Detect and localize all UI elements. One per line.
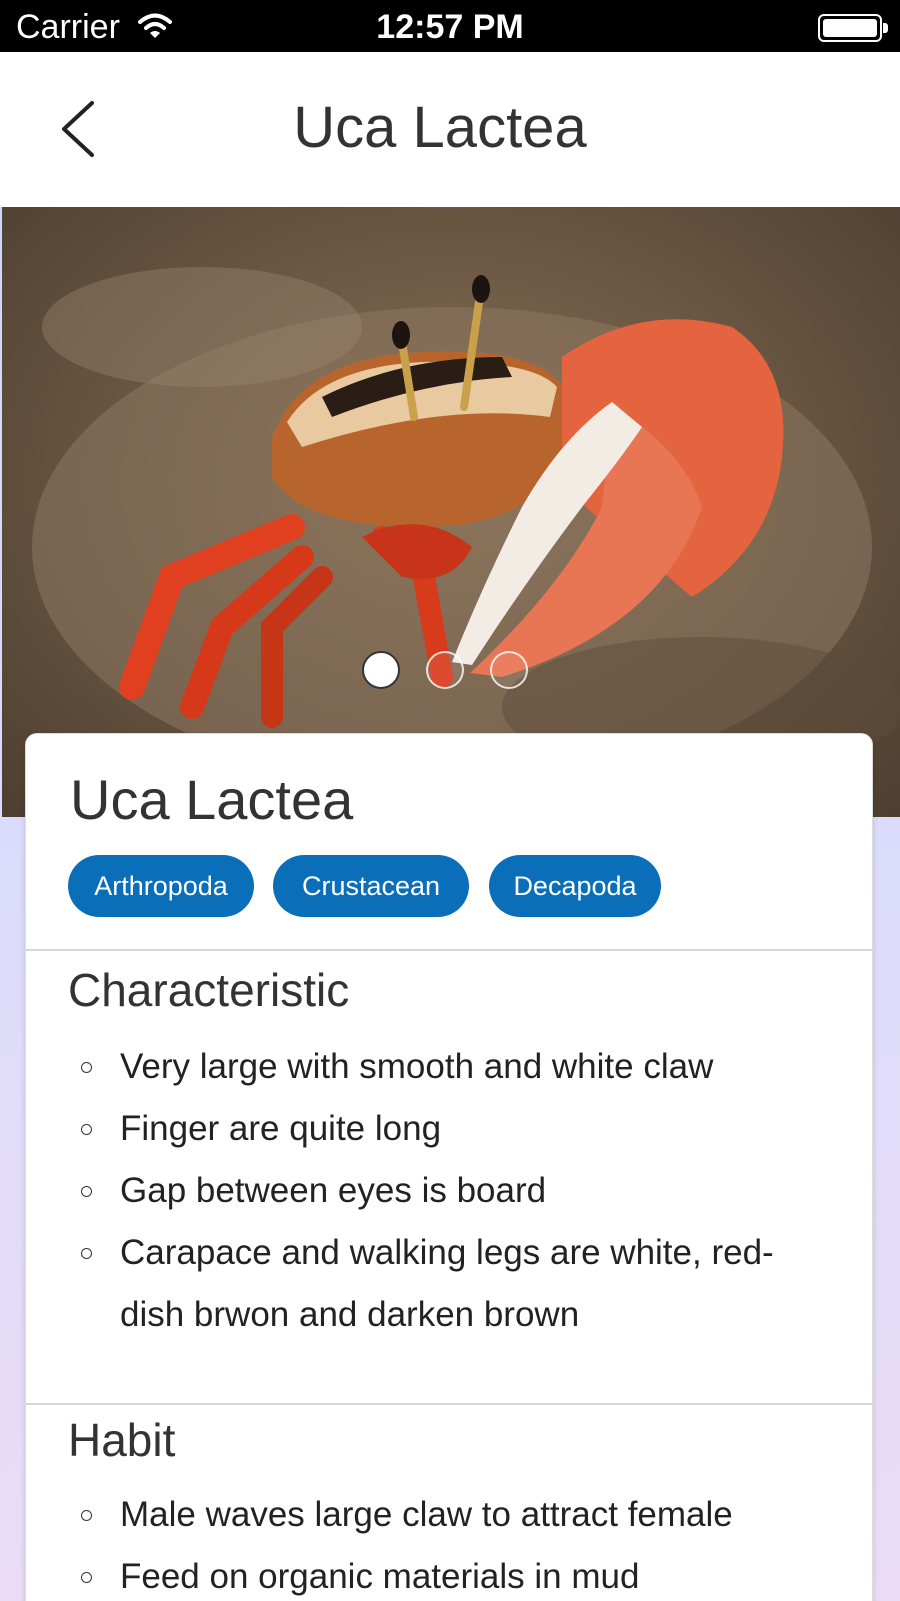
page-dot-3[interactable] [490, 651, 528, 689]
tag-decapoda[interactable]: Decapoda [489, 855, 661, 917]
page-title: Uca Lactea [293, 95, 587, 160]
list-item: Male waves large claw to attract female [26, 1484, 874, 1546]
tag-arthropoda[interactable]: Arthropoda [68, 855, 254, 917]
navigation-bar: Uca Lactea [0, 52, 900, 207]
image-carousel[interactable] [2, 207, 900, 817]
list-item: Carapace and walking legs are white, red… [26, 1222, 874, 1346]
divider [26, 949, 874, 951]
page-dot-2[interactable] [426, 651, 464, 689]
bullet-icon [81, 1510, 92, 1521]
habit-list: Male waves large claw to attract female … [26, 1484, 874, 1601]
characteristic-list: Very large with smooth and white claw Fi… [26, 1036, 874, 1346]
battery-icon [818, 14, 888, 42]
bullet-icon [81, 1572, 92, 1583]
bullet-icon [81, 1062, 92, 1073]
divider [26, 1403, 874, 1405]
tag-crustacean[interactable]: Crustacean [273, 855, 469, 917]
carousel-page-indicator [2, 651, 900, 691]
list-item: Gap between eyes is board [26, 1160, 874, 1222]
list-item: Very large with smooth and white claw [26, 1036, 874, 1098]
bullet-icon [81, 1248, 92, 1259]
fiddler-crab-photo [32, 267, 900, 787]
section-title-habit: Habit [68, 1414, 176, 1466]
bullet-icon [81, 1124, 92, 1135]
section-title-characteristic: Characteristic [68, 964, 350, 1016]
list-item: Finger are quite long [26, 1098, 874, 1160]
page-dot-1[interactable] [362, 651, 400, 689]
species-name: Uca Lactea [70, 768, 354, 831]
status-bar: Carrier 12:57 PM [0, 0, 900, 52]
bullet-icon [81, 1186, 92, 1197]
species-detail-card: Uca Lactea Arthropoda Crustacean Decapod… [25, 733, 874, 1601]
clock: 12:57 PM [376, 8, 524, 46]
list-item: Feed on organic materials in mud [26, 1546, 874, 1601]
